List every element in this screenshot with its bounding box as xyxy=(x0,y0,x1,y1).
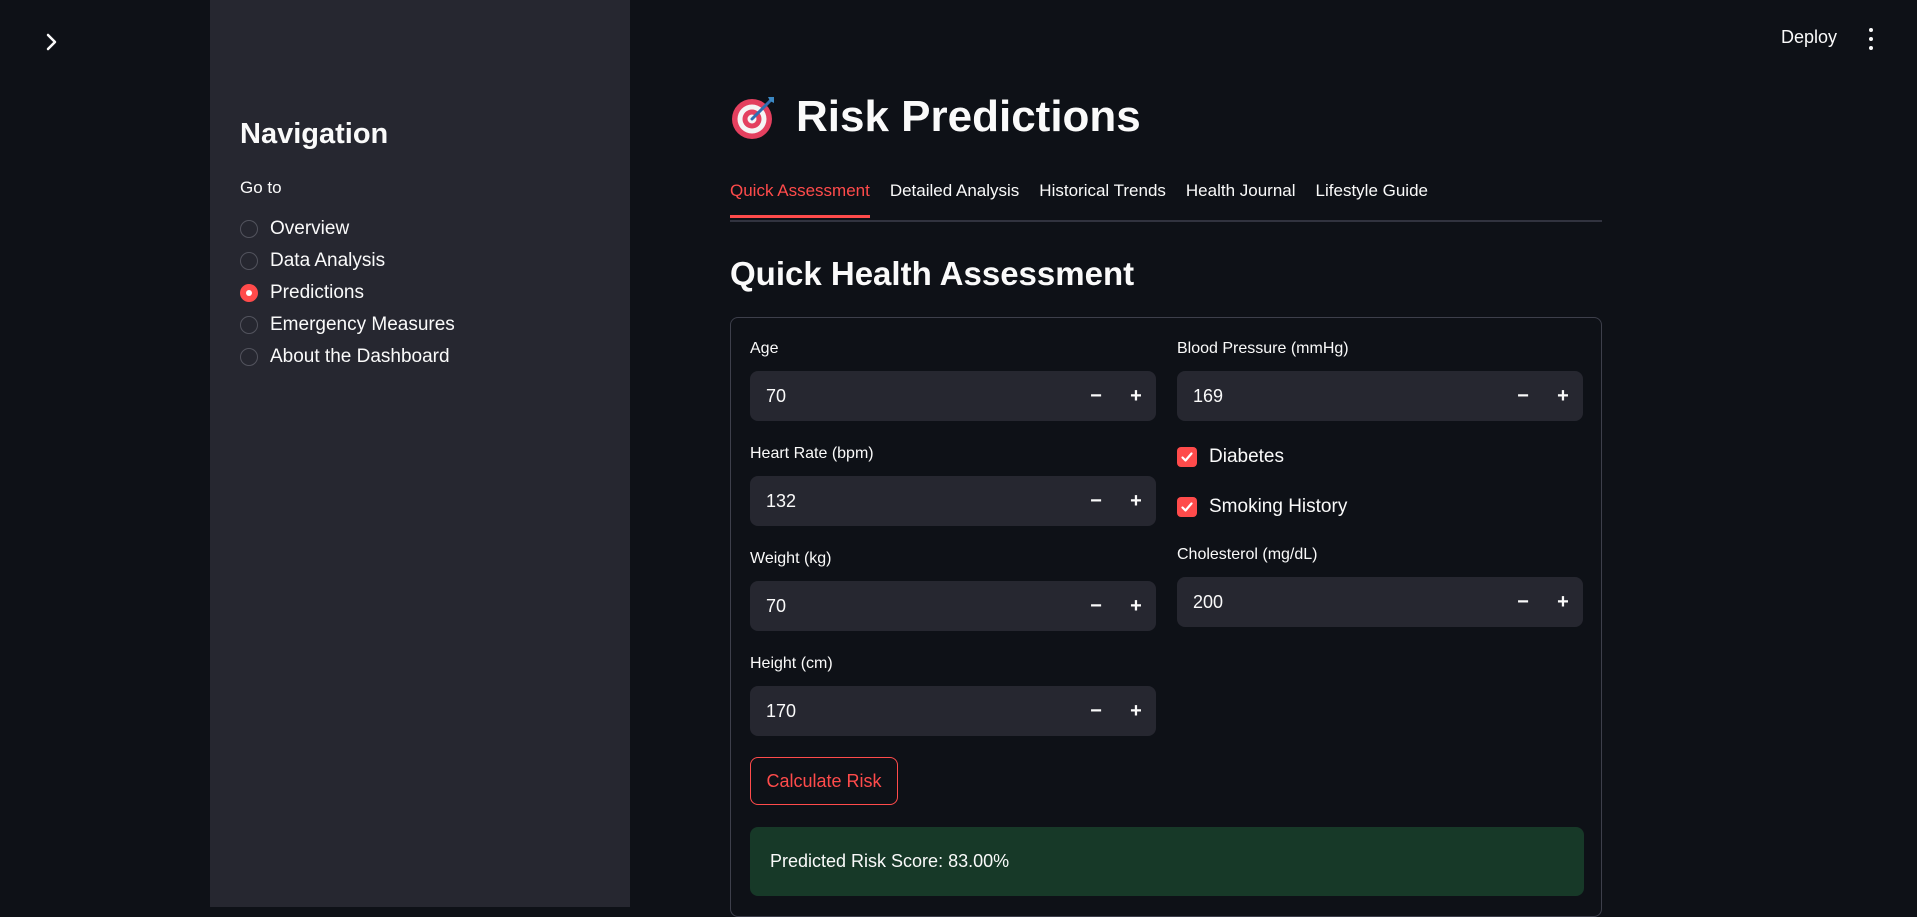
smoking-history-label: Smoking History xyxy=(1209,496,1348,517)
checkbox-checked[interactable] xyxy=(1177,447,1197,467)
radio-label: Overview xyxy=(270,218,350,239)
diabetes-label: Diabetes xyxy=(1209,446,1284,467)
navigation-radio-group: Overview Data Analysis Predictions Emerg… xyxy=(240,213,455,373)
radio-group-label: Go to xyxy=(240,178,282,197)
diabetes-checkbox[interactable]: Diabetes xyxy=(1177,446,1284,468)
weight-input[interactable]: 70 − + xyxy=(750,581,1156,631)
increment-button[interactable]: + xyxy=(1116,371,1156,421)
radio-button-selected[interactable] xyxy=(240,284,258,302)
sidebar-title: Navigation xyxy=(240,118,389,150)
blood-pressure-value[interactable]: 169 xyxy=(1177,386,1503,407)
target-icon xyxy=(732,97,774,139)
heart-rate-input[interactable]: 132 − + xyxy=(750,476,1156,526)
increment-button[interactable]: + xyxy=(1116,476,1156,526)
tab-historical-trends[interactable]: Historical Trends xyxy=(1039,176,1166,213)
age-value[interactable]: 70 xyxy=(750,386,1076,407)
tab-lifestyle-guide[interactable]: Lifestyle Guide xyxy=(1316,176,1428,213)
age-input[interactable]: 70 − + xyxy=(750,371,1156,421)
expand-sidebar-button[interactable] xyxy=(40,30,64,54)
chevron-right-icon xyxy=(46,33,57,51)
weight-label: Weight (kg) xyxy=(750,550,832,567)
heart-rate-label: Heart Rate (bpm) xyxy=(750,445,874,462)
assessment-form: Age 70 − + Heart Rate (bpm) 132 − + Weig… xyxy=(730,317,1602,917)
height-label: Height (cm) xyxy=(750,655,833,672)
page-title: Risk Predictions xyxy=(730,92,1141,142)
age-label: Age xyxy=(750,340,779,357)
sidebar: Navigation Go to Overview Data Analysis … xyxy=(210,0,630,907)
height-input[interactable]: 170 − + xyxy=(750,686,1156,736)
decrement-button[interactable]: − xyxy=(1503,577,1543,627)
predicted-risk-score: Predicted Risk Score: 83.00% xyxy=(770,851,1010,871)
result-success-alert: Predicted Risk Score: 83.00% xyxy=(750,827,1584,896)
radio-button[interactable] xyxy=(240,316,258,334)
radio-label: Emergency Measures xyxy=(270,314,455,335)
section-title: Quick Health Assessment xyxy=(730,255,1135,292)
radio-button[interactable] xyxy=(240,220,258,238)
radio-emergency-measures[interactable]: Emergency Measures xyxy=(240,309,455,341)
ellipsis-dot xyxy=(1869,37,1873,41)
radio-overview[interactable]: Overview xyxy=(240,213,455,245)
deploy-button[interactable]: Deploy xyxy=(1781,27,1837,48)
increment-button[interactable]: + xyxy=(1543,371,1583,421)
page-title-text: Risk Predictions xyxy=(796,92,1141,141)
decrement-button[interactable]: − xyxy=(1076,371,1116,421)
tab-detailed-analysis[interactable]: Detailed Analysis xyxy=(890,176,1019,213)
blood-pressure-input[interactable]: 169 − + xyxy=(1177,371,1583,421)
radio-predictions[interactable]: Predictions xyxy=(240,277,455,309)
checkbox-checked[interactable] xyxy=(1177,497,1197,517)
vertical-ellipsis-icon xyxy=(1869,28,1873,32)
increment-button[interactable]: + xyxy=(1116,581,1156,631)
checkmark-icon xyxy=(1181,502,1193,512)
tab-health-journal[interactable]: Health Journal xyxy=(1186,176,1296,213)
height-value[interactable]: 170 xyxy=(750,701,1076,722)
decrement-button[interactable]: − xyxy=(1076,686,1116,736)
calculate-risk-button[interactable]: Calculate Risk xyxy=(750,757,898,805)
radio-label: Predictions xyxy=(270,282,364,303)
radio-data-analysis[interactable]: Data Analysis xyxy=(240,245,455,277)
increment-button[interactable]: + xyxy=(1116,686,1156,736)
smoking-history-checkbox[interactable]: Smoking History xyxy=(1177,496,1347,518)
radio-label: Data Analysis xyxy=(270,250,386,271)
blood-pressure-label: Blood Pressure (mmHg) xyxy=(1177,340,1349,357)
checkmark-icon xyxy=(1181,452,1193,462)
decrement-button[interactable]: − xyxy=(1076,476,1116,526)
radio-button[interactable] xyxy=(240,348,258,366)
increment-button[interactable]: + xyxy=(1543,577,1583,627)
decrement-button[interactable]: − xyxy=(1076,581,1116,631)
main-menu-button[interactable] xyxy=(1865,28,1877,50)
tab-quick-assessment[interactable]: Quick Assessment xyxy=(730,176,870,218)
tab-bar: Quick Assessment Detailed Analysis Histo… xyxy=(730,176,1602,222)
radio-button[interactable] xyxy=(240,252,258,270)
cholesterol-value[interactable]: 200 xyxy=(1177,592,1503,613)
ellipsis-dot xyxy=(1869,46,1873,50)
cholesterol-label: Cholesterol (mg/dL) xyxy=(1177,546,1318,563)
decrement-button[interactable]: − xyxy=(1503,371,1543,421)
weight-value[interactable]: 70 xyxy=(750,596,1076,617)
radio-label: About the Dashboard xyxy=(270,346,450,367)
radio-about-dashboard[interactable]: About the Dashboard xyxy=(240,341,455,373)
cholesterol-input[interactable]: 200 − + xyxy=(1177,577,1583,627)
heart-rate-value[interactable]: 132 xyxy=(750,491,1076,512)
